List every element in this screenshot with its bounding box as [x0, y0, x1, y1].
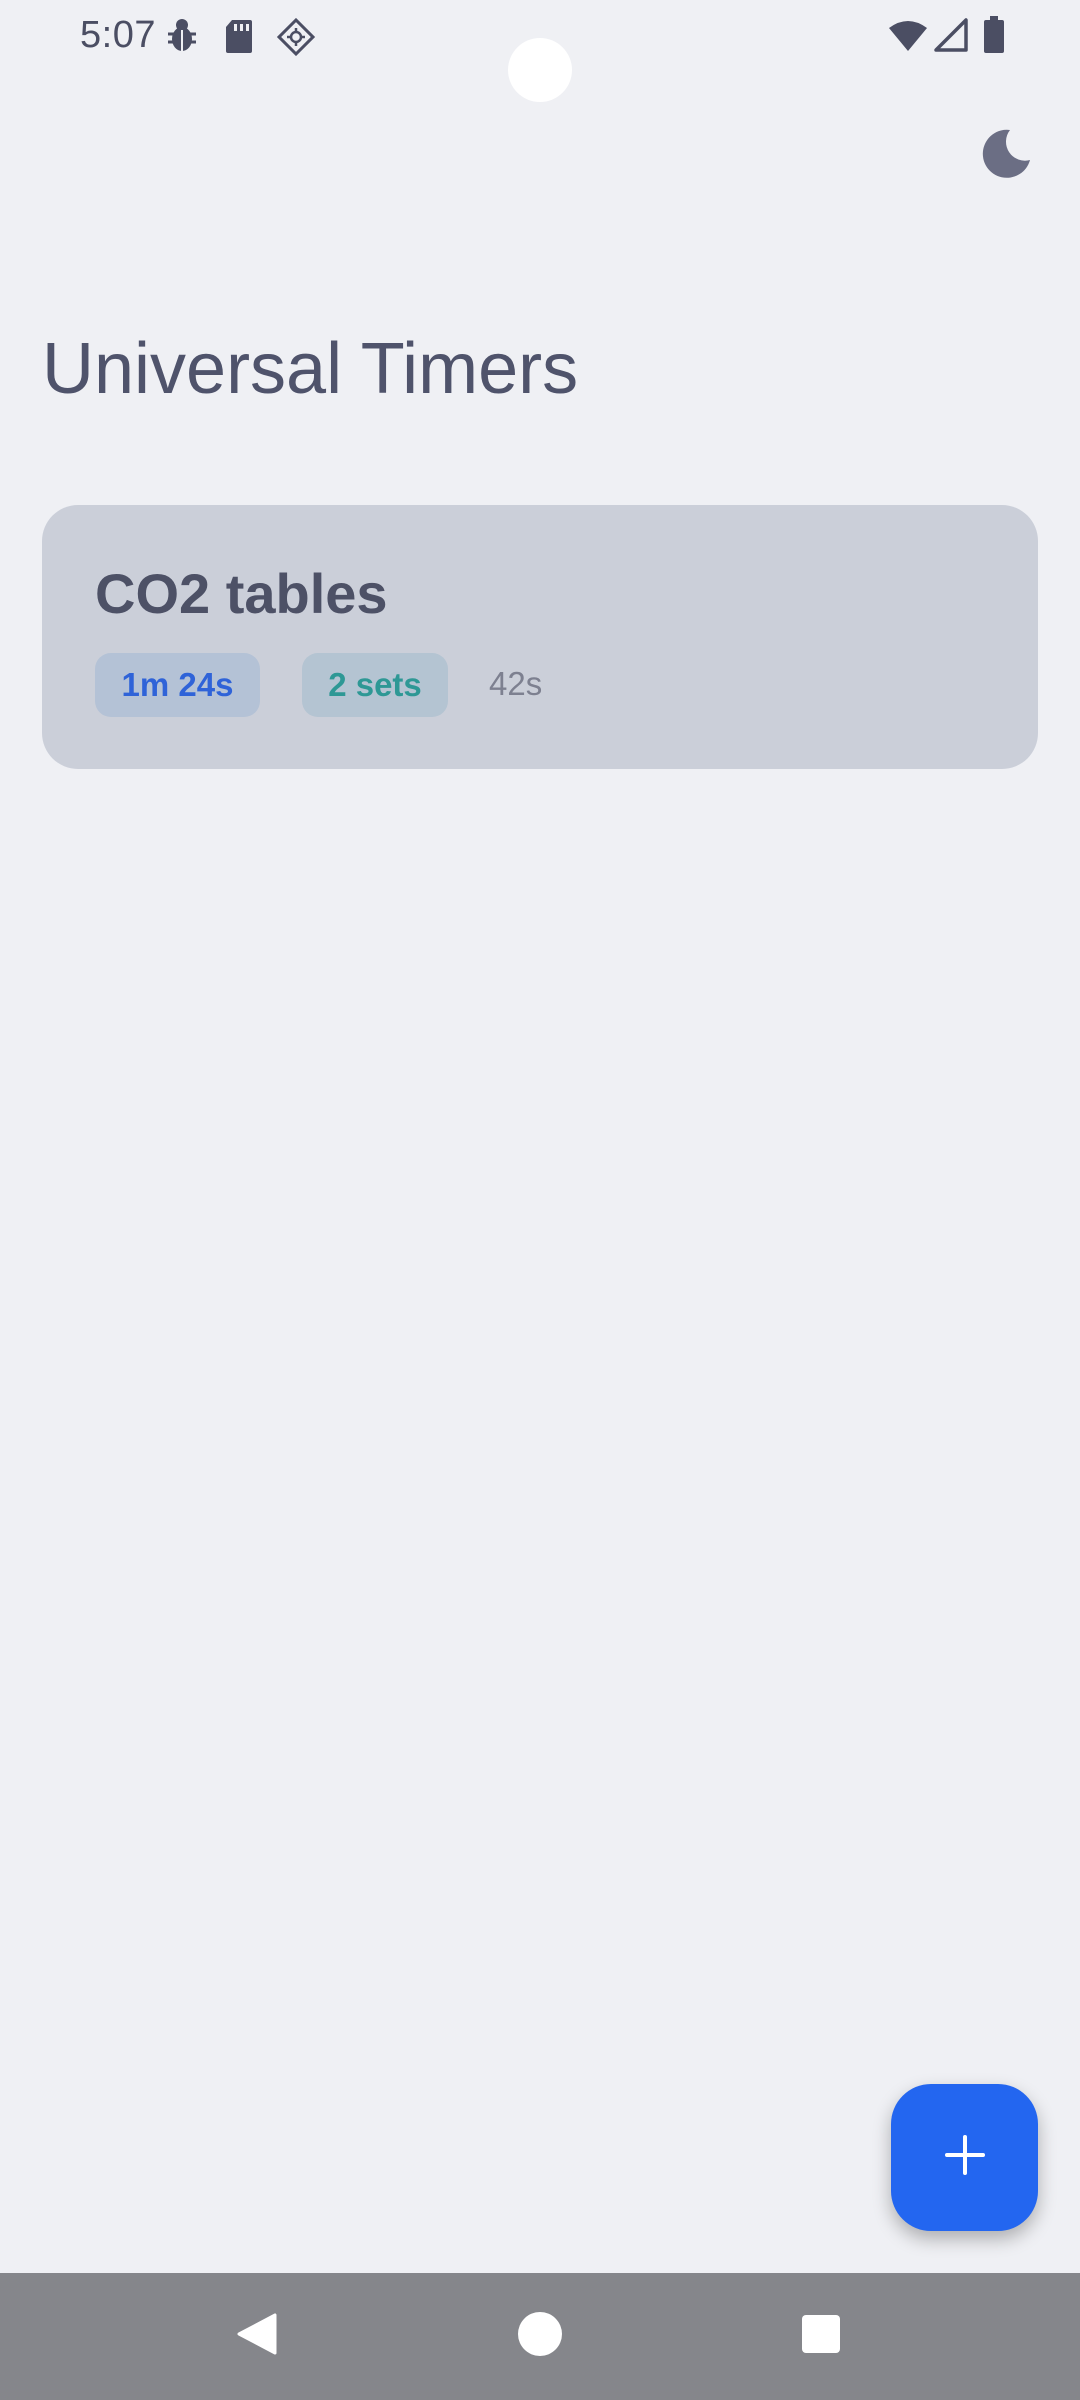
nav-home-button[interactable]: [480, 2273, 600, 2400]
moon-icon: [980, 128, 1032, 185]
plus-icon: [943, 2133, 987, 2182]
back-icon: [235, 2311, 281, 2362]
status-bar: 5:07: [0, 0, 1080, 102]
nav-back-button[interactable]: [198, 2273, 318, 2400]
battery-icon: [983, 16, 1005, 59]
system-nav-bar: [0, 2273, 1080, 2400]
rest-duration: 42s: [489, 665, 543, 702]
nav-recents-button[interactable]: [761, 2273, 881, 2400]
status-time: 5:07: [80, 14, 156, 56]
timer-card[interactable]: CO2 tables 1m 24s 2 sets 42s: [42, 505, 1038, 769]
sets-chip: 2 sets: [302, 653, 448, 717]
signal-icon: [934, 18, 968, 57]
bug-icon: [166, 18, 198, 59]
sd-card-icon: [224, 18, 254, 59]
page-title: Universal Timers: [42, 329, 579, 409]
duration-chip: 1m 24s: [95, 653, 260, 717]
recents-icon: [801, 2314, 841, 2359]
location-diamond-icon: [276, 17, 316, 61]
theme-toggle-button[interactable]: [976, 126, 1036, 186]
camera-cutout: [508, 38, 572, 102]
home-icon: [517, 2311, 563, 2362]
wifi-icon: [888, 20, 928, 57]
app-screen: 5:07 Universal Timers CO2 tables 1m 24s …: [0, 0, 1080, 2400]
timer-name: CO2 tables: [95, 562, 388, 625]
add-timer-button[interactable]: [891, 2084, 1038, 2231]
